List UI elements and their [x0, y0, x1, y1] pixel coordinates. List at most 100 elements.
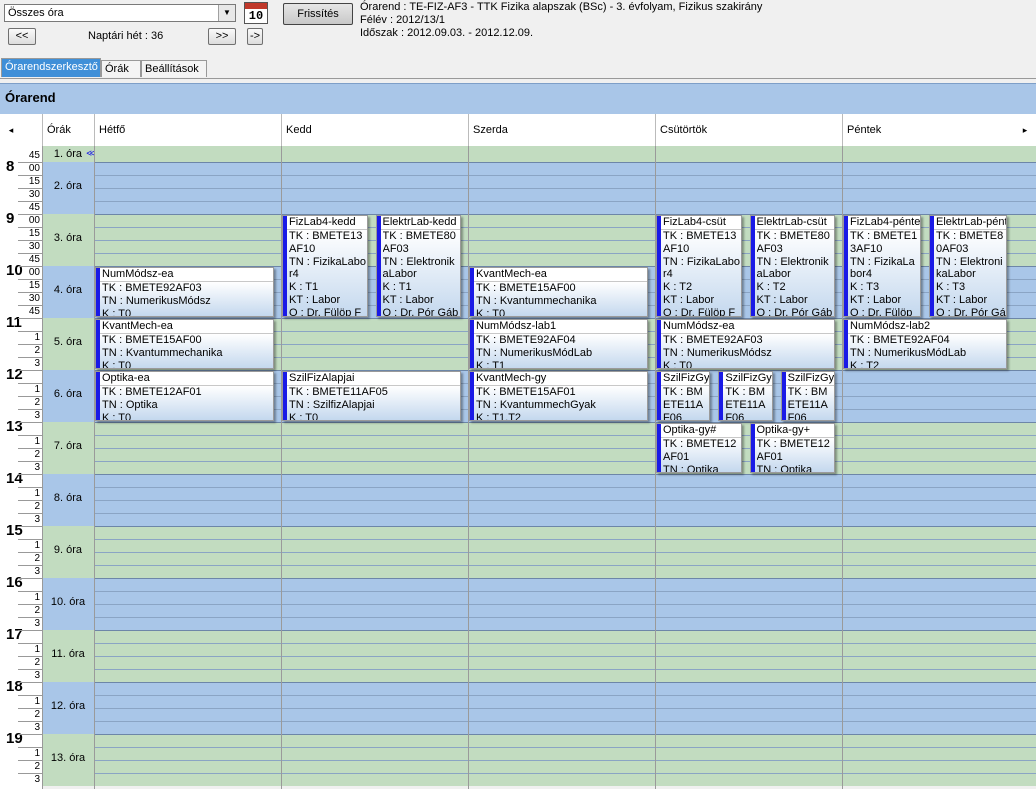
period-line	[94, 526, 1036, 527]
scroll-right-icon[interactable]: ▸	[1014, 114, 1036, 146]
sub-row-line	[94, 707, 1036, 709]
event-card[interactable]: ElektrLab-csüt TK : BMETE80AF03 TN : Elekt…	[749, 215, 835, 317]
jump-button[interactable]: ->	[247, 28, 263, 45]
event-card[interactable]: SzilFizAlapjai TK : BMETE11AF05 TN : Szilf…	[282, 371, 461, 421]
calendar-icon[interactable]: 10	[244, 2, 268, 24]
event-detail-line: K : T3	[850, 281, 880, 294]
period-label: 4. óra	[53, 284, 83, 296]
event-card[interactable]: KvantMech-gy TK : BMETE15AF01 TN : Kvantum…	[469, 371, 648, 421]
event-detail-line: KT : Labor	[850, 293, 902, 306]
event-card[interactable]: FizLab4-kedd TK : BMETE13AF10 TN : FizikaL…	[282, 215, 368, 317]
column-header-thursday[interactable]: Csütörtök	[655, 114, 842, 146]
minute-label: 30	[28, 292, 40, 304]
event-card[interactable]: SzilFizGyakTK : BMETE11AF06TN : SzilfizG…	[656, 371, 711, 421]
prev-week-button[interactable]: <<	[8, 28, 36, 45]
event-card[interactable]: KvantMech-ea TK : BMETE15AF00 TN : Kvantum…	[95, 319, 274, 369]
time-tick	[18, 682, 42, 683]
event-body: TK : BMETE13AF10 TN : FizikaLabor4 K : T1 K…	[287, 230, 367, 316]
event-detail-line: TN : NumerikusMódsz	[102, 294, 211, 307]
event-title: SzilFizGyak	[661, 372, 710, 386]
event-card[interactable]: SzilFizGyakTK : BMETE11AF06TN : SzilfizG…	[718, 371, 773, 421]
event-detail-line: K : T2	[663, 281, 693, 294]
minute-label: 30	[28, 240, 40, 252]
minute-label: 15	[28, 175, 40, 187]
next-week-button[interactable]: >>	[208, 28, 236, 45]
event-title: ElektrLab-péntek	[934, 216, 1006, 230]
event-title: FizLab4-csüt	[661, 216, 741, 230]
event-detail-line: K : T0	[102, 359, 132, 369]
minute-label: 1	[34, 695, 40, 707]
event-card[interactable]: KvantMech-ea TK : BMETE15AF00 TN : Kvantum…	[469, 267, 648, 317]
column-header-friday[interactable]: Péntek	[842, 114, 1014, 146]
event-detail-line: TK : BMETE92AF04	[476, 334, 576, 346]
minute-label: 2	[34, 604, 40, 616]
time-tick	[18, 526, 42, 527]
sub-row-line	[94, 564, 1036, 566]
period-line	[94, 734, 1036, 735]
column-header-wednesday[interactable]: Szerda	[468, 114, 655, 146]
sub-row-line	[94, 616, 1036, 618]
event-card[interactable]: FizLab4-péntek TK : BMETE13AF10 TN : Fizik…	[843, 215, 921, 317]
time-tick	[18, 578, 42, 579]
event-detail-line: KT : Labor	[663, 293, 715, 306]
event-detail-line: TK : BMETE15AF01	[476, 386, 576, 398]
event-card[interactable]: ElektrLab-péntekTK : BMETE80AF03TN : Ele…	[929, 215, 1007, 317]
tab-timetable-editor[interactable]: Órarendszerkesztő	[1, 58, 101, 77]
event-detail-line: K : T0	[663, 359, 693, 369]
event-card[interactable]: Optika-gy+TK : BMETE12AF01TN : OptikaK :…	[749, 423, 835, 473]
view-select[interactable]: Összes óra ▼	[4, 4, 236, 22]
event-detail-line: TN : NumerikusMódLab	[850, 346, 967, 359]
hour-label: 9	[6, 210, 15, 227]
minute-label: 2	[34, 552, 40, 564]
event-body: TK : BMETE15AF00 TN : Kvantummechanika K :…	[474, 282, 647, 316]
tab-settings[interactable]: Beállítások	[141, 60, 207, 77]
event-card[interactable]: ElektrLab-kedd TK : BMETE80AF03 TN : Elekt…	[375, 215, 461, 317]
column-header-monday[interactable]: Hétfő	[94, 114, 281, 146]
event-card[interactable]: NumMódsz-lab1 TK : BMETE92AF04 TN : Numeri…	[469, 319, 648, 369]
event-title: KvantMech-ea	[474, 268, 647, 282]
event-detail-line: TN : FizikaLabor4	[663, 255, 741, 281]
event-card[interactable]: SzilFizGyakTK : BMETE11AF06TN : SzilfizG…	[780, 371, 835, 421]
tab-lessons[interactable]: Órák	[101, 60, 141, 77]
minute-label: 00	[28, 163, 40, 174]
event-detail-line: TN : FizikaLabor4	[850, 255, 915, 281]
minute-label: 3	[34, 617, 40, 629]
chevron-down-icon[interactable]: ▼	[218, 5, 235, 21]
column-header-tuesday[interactable]: Kedd	[281, 114, 468, 146]
event-body: TK : BMETE12AF01TN : OptikaK : T1	[754, 438, 834, 473]
period-info: Időszak : 2012.09.03. - 2012.12.09.	[360, 27, 534, 39]
event-card[interactable]: NumMódsz-ea TK : BMETE92AF03 TN : Numeriku…	[656, 319, 835, 369]
event-card[interactable]: NumMódsz-lab2 TK : BMETE92AF04 TN : Numeri…	[843, 319, 1007, 369]
sub-row-line	[94, 668, 1036, 670]
sub-row-line	[94, 746, 1036, 748]
minute-label: 3	[34, 409, 40, 421]
minute-label: 45	[28, 201, 40, 213]
event-detail-line: TK : BMETE12AF01	[663, 438, 737, 463]
scroll-left-icon[interactable]: ◂	[0, 114, 22, 146]
period-line	[94, 474, 1036, 475]
time-tick	[18, 318, 42, 319]
minute-label: 00	[28, 215, 40, 226]
event-card[interactable]: Optika-ea TK : BMETE12AF01 TN : Optika K : …	[95, 371, 274, 421]
event-card[interactable]: NumMódsz-ea TK : BMETE92AF03 TN : Numeriku…	[95, 267, 274, 317]
event-detail-line: TK : BMETE12AF01	[756, 438, 830, 463]
event-title: NumMódsz-lab1	[474, 320, 647, 334]
period-label: 11. óra	[51, 648, 85, 660]
minute-label: 3	[34, 669, 40, 681]
event-card[interactable]: Optika-gy#TK : BMETE12AF01TN : OptikaK :…	[656, 423, 742, 473]
event-detail-line: TN : Optika	[756, 463, 813, 473]
event-detail-line: TN : SzilfizAlapjai	[289, 398, 375, 411]
event-detail-line: TK : BMETE92AF03	[102, 282, 202, 294]
event-detail-line: K : T2	[850, 359, 880, 369]
minute-label: 45	[28, 253, 40, 265]
event-detail-line: TK : BMETE13AF10	[289, 230, 363, 255]
event-body: TK : BMETE15AF01 TN : KvantummechGyak K : …	[474, 386, 647, 420]
period-label: 3. óra	[53, 232, 83, 244]
event-detail-line: O : Dr. Pór Gábor Géza (P56IWD - 50%), S…	[756, 306, 833, 317]
sub-row-line	[94, 642, 1036, 644]
period-label: 12. óra	[50, 700, 86, 712]
event-card[interactable]: FizLab4-csüt TK : BMETE13AF10 TN : FizikaL…	[656, 215, 742, 317]
sub-row-line	[94, 499, 1036, 501]
event-body: TK : BMETE80AF03 TN : ElektronikaLabor K :…	[934, 230, 1006, 316]
refresh-button[interactable]: Frissítés	[283, 3, 353, 25]
